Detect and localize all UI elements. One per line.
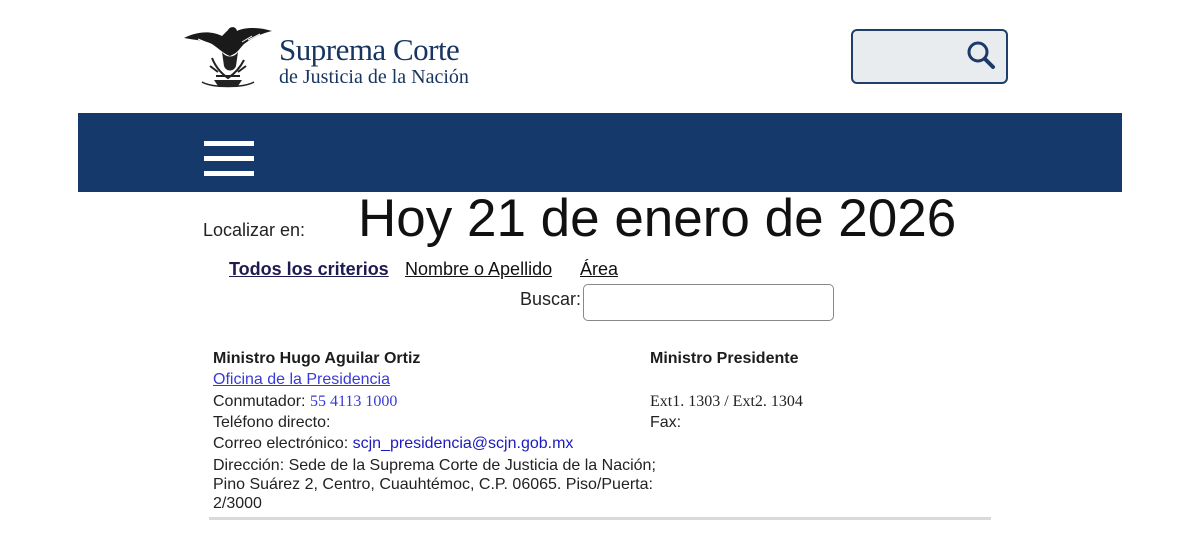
entry-position: Ministro Presidente [650, 350, 799, 367]
criteria-name-link[interactable]: Nombre o Apellido [405, 259, 552, 280]
site-logo[interactable]: Suprema Corte de Justicia de la Nación [182, 22, 469, 90]
search-icon[interactable] [966, 40, 996, 70]
extensions: Ext1. 1303 / Ext2. 1304 [650, 393, 803, 410]
telefono-label: Teléfono directo: [213, 414, 331, 431]
search-input[interactable] [851, 29, 1008, 84]
correo-row: Correo electrónico: scjn_presidencia@scj… [213, 435, 573, 453]
buscar-input[interactable] [583, 284, 834, 321]
entry-divider [209, 517, 991, 520]
eagle-emblem-icon [184, 27, 272, 88]
fax-label: Fax: [650, 414, 682, 431]
office-link[interactable]: Oficina de la Presidencia [213, 371, 390, 389]
direccion-line-3: 2/3000 [213, 495, 262, 512]
logo-subtitle: de Justicia de la Nación [279, 66, 469, 88]
conmutador-row: Conmutador: 55 4113 1000 [213, 393, 397, 411]
locate-label: Localizar en: [203, 220, 306, 240]
date-heading: Hoy 21 de enero de 2026 [358, 189, 957, 248]
buscar-label: Buscar: [520, 289, 582, 309]
direccion-line-1: Dirección: Sede de la Suprema Corte de J… [213, 457, 656, 474]
logo-title: Suprema Corte [279, 32, 460, 67]
email-link[interactable]: scjn_presidencia@scjn.gob.mx [353, 435, 574, 452]
criteria-area-link[interactable]: Área [580, 259, 618, 280]
correo-label: Correo electrónico: [213, 435, 349, 452]
entry-name: Ministro Hugo Aguilar Ortiz [213, 350, 421, 367]
conmutador-label: Conmutador: [213, 393, 306, 410]
direccion-line-2: Pino Suárez 2, Centro, Cuauhtémoc, C.P. … [213, 476, 653, 493]
hamburger-menu-icon[interactable] [204, 141, 254, 176]
criteria-all-link[interactable]: Todos los criterios [229, 259, 389, 280]
conmutador-number[interactable]: 55 4113 1000 [310, 393, 397, 410]
main-navbar [78, 113, 1122, 192]
